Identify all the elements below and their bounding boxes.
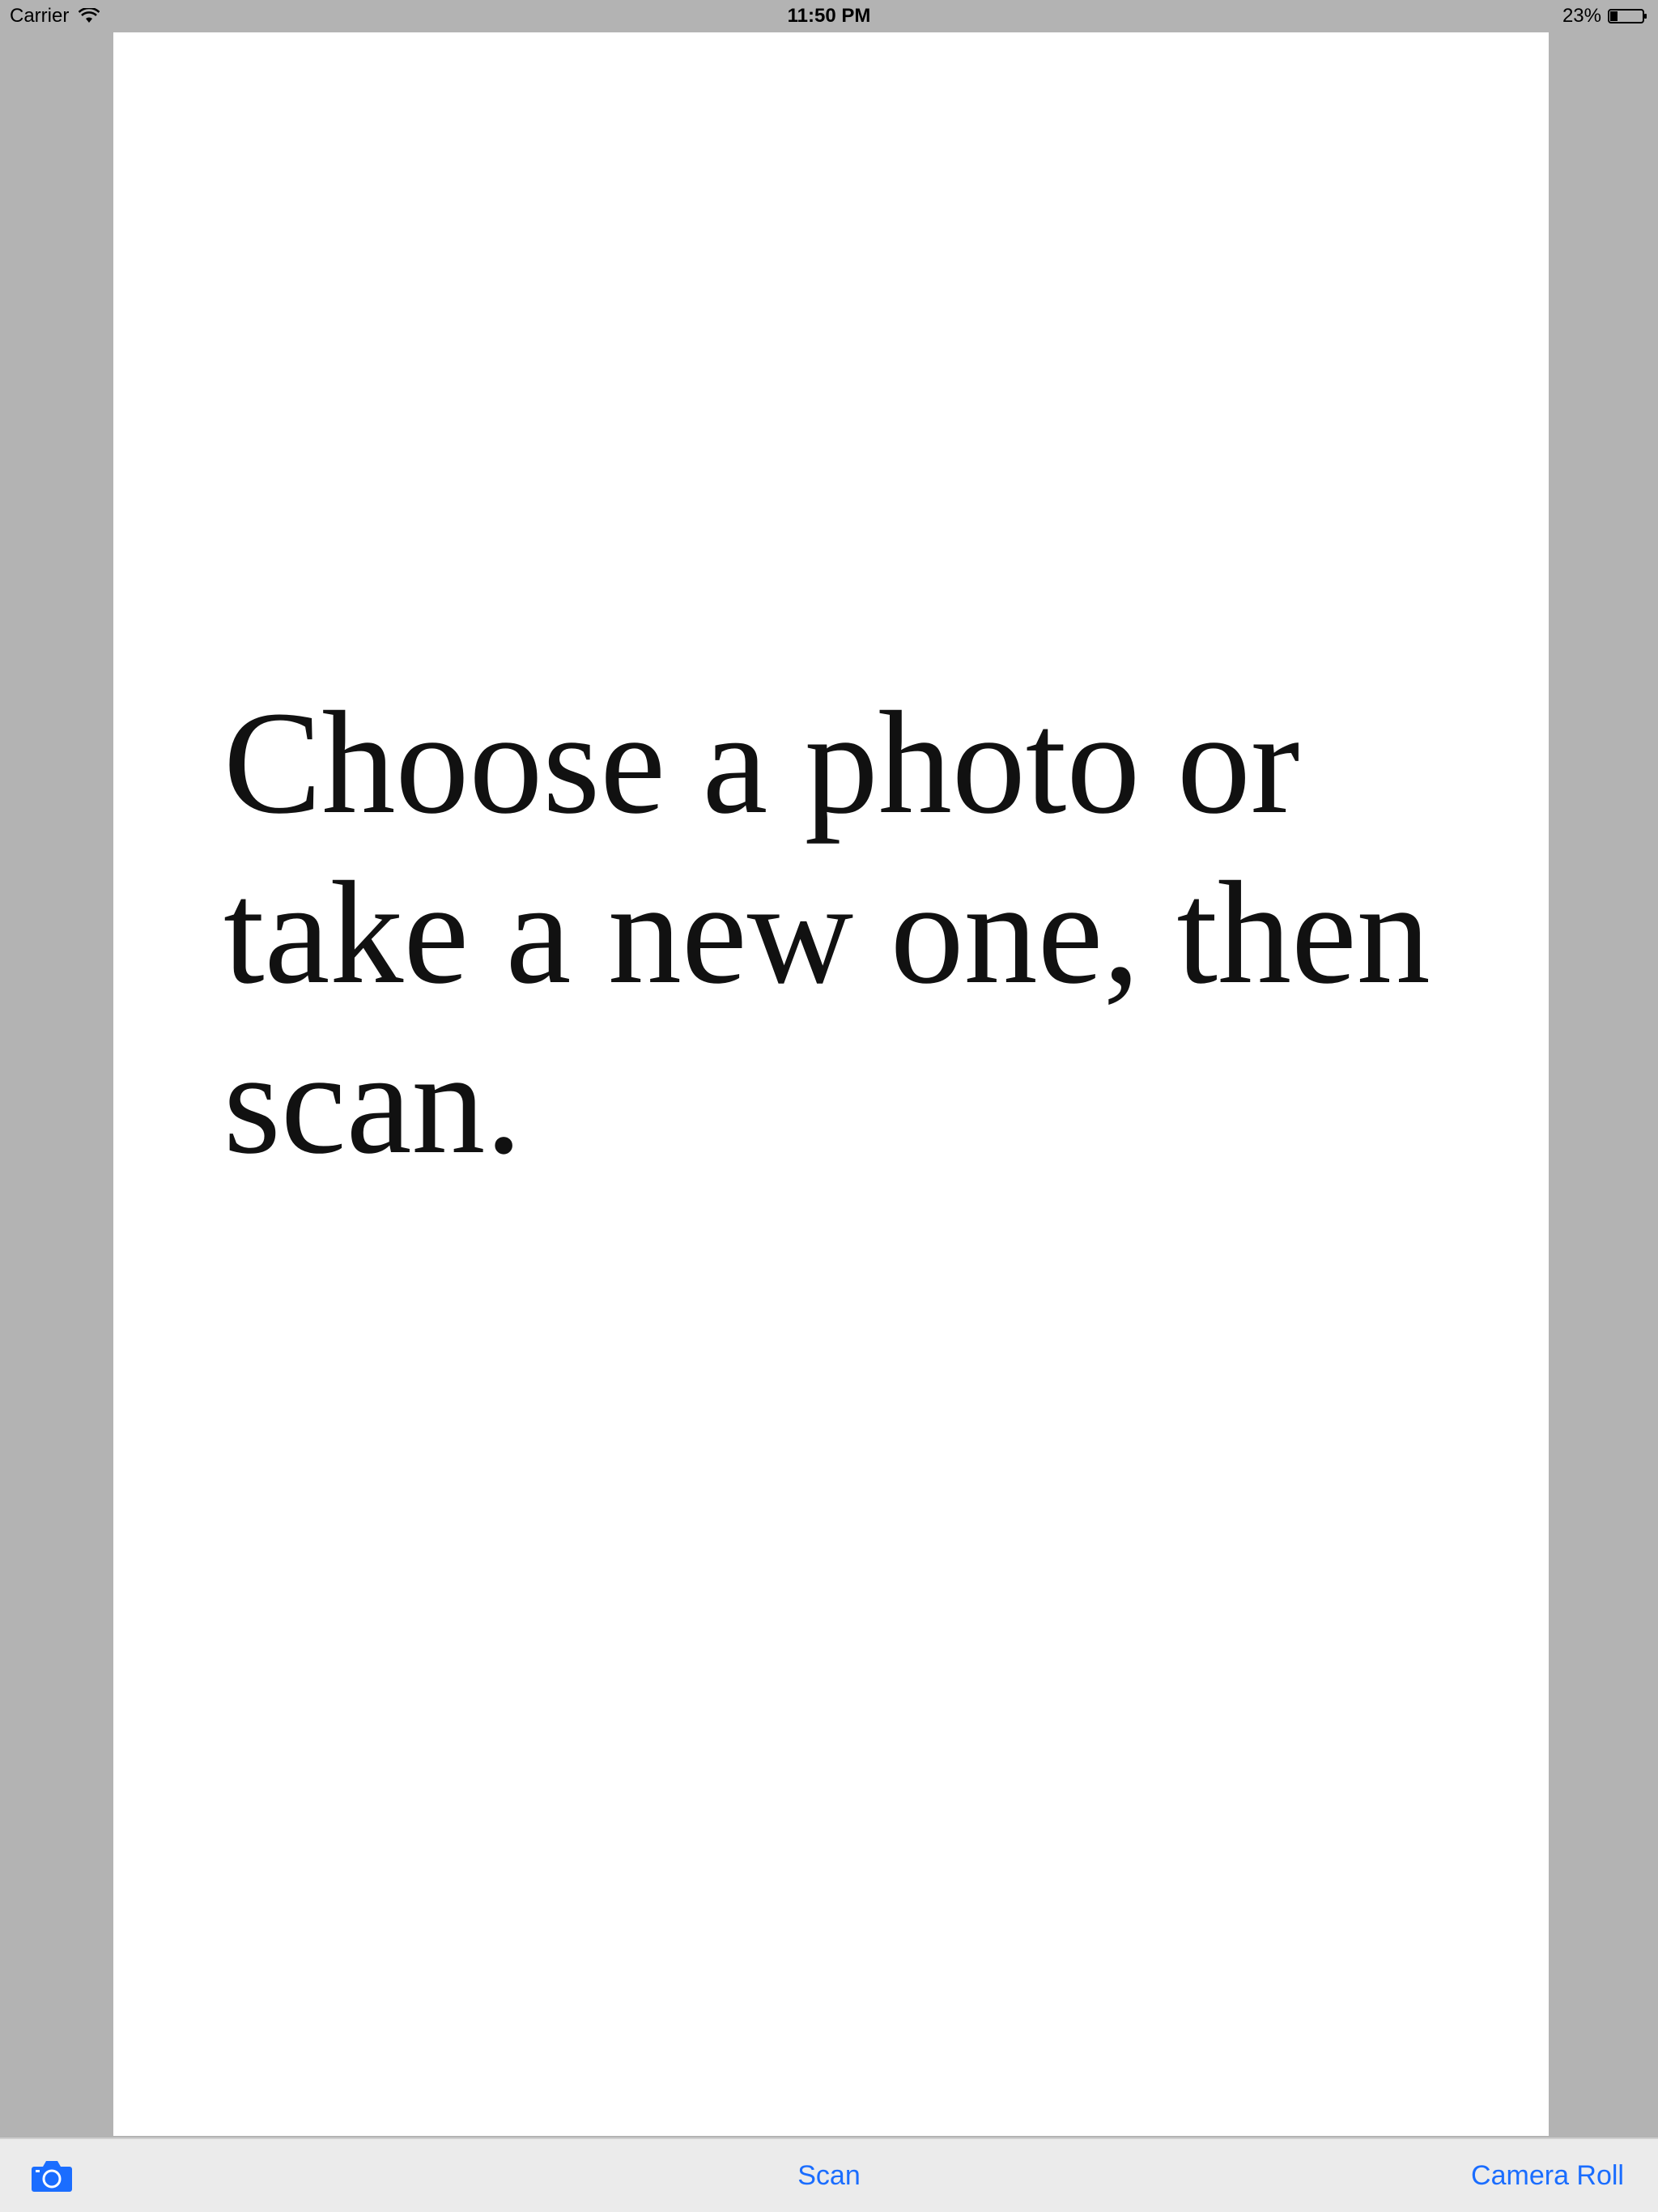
document-page: Choose a photo or take a new one, then s… bbox=[113, 32, 1549, 2136]
document-message: Choose a photo or take a new one, then s… bbox=[223, 682, 1431, 1185]
status-right: 23% bbox=[1562, 5, 1648, 28]
status-time: 11:50 PM bbox=[787, 5, 871, 27]
bottom-toolbar: Scan Camera Roll bbox=[0, 2138, 1658, 2212]
battery-percent: 23% bbox=[1562, 5, 1601, 27]
camera-roll-button[interactable]: Camera Roll bbox=[1471, 2160, 1624, 2192]
screen: Carrier 11:50 PM 23% Choose a photo or t… bbox=[0, 0, 1658, 2212]
status-bar: Carrier 11:50 PM 23% bbox=[0, 0, 1658, 32]
scan-button[interactable]: Scan bbox=[797, 2160, 861, 2191]
toolbar-scan-area: Scan bbox=[0, 2160, 1658, 2192]
battery-icon bbox=[1608, 9, 1647, 23]
